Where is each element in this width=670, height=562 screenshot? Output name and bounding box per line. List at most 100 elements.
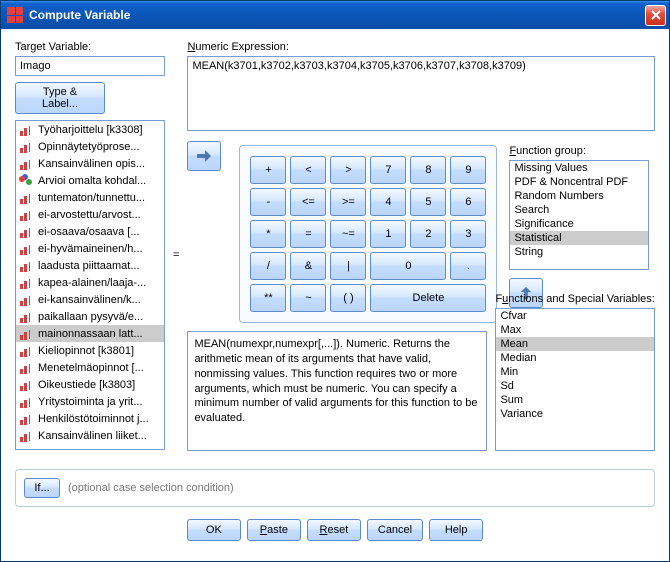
key-div[interactable]: / [250, 252, 286, 280]
key-mul[interactable]: * [250, 220, 286, 248]
list-item[interactable]: Cfvar [496, 309, 654, 323]
list-item-label: kapea-alainen/laaja-... [38, 277, 146, 289]
key-0[interactable]: 0 [370, 252, 446, 280]
target-variable-label: Target Variable: [15, 41, 165, 53]
list-item-label: ei-arvostettu/arvost... [38, 209, 141, 221]
scale-icon [19, 242, 34, 255]
key-5[interactable]: 5 [410, 188, 446, 216]
reset-button[interactable]: Reset [307, 519, 361, 541]
key-eq[interactable]: = [290, 220, 326, 248]
scale-icon [19, 191, 34, 204]
nominal-icon [19, 174, 34, 187]
list-item[interactable]: Menetelmäopinnot [... [16, 359, 164, 376]
key-minus[interactable]: - [250, 188, 286, 216]
close-icon [651, 10, 661, 20]
scale-icon [19, 140, 34, 153]
key-9[interactable]: 9 [450, 156, 486, 184]
list-item-label: ei-kansainvälinen/k... [38, 294, 141, 306]
key-7[interactable]: 7 [370, 156, 406, 184]
list-item[interactable]: String [510, 245, 648, 259]
list-item-label: ei-osaava/osaava [... [38, 226, 140, 238]
list-item[interactable]: Statistical [510, 231, 648, 245]
key-gte[interactable]: >= [330, 188, 366, 216]
list-item[interactable]: Työharjoittelu [k3308] [16, 121, 164, 138]
list-item[interactable]: Opinnäytetyöprose... [16, 138, 164, 155]
key-not[interactable]: ~ [290, 284, 326, 312]
list-item[interactable]: Significance [510, 217, 648, 231]
paste-button[interactable]: Paste [247, 519, 301, 541]
key-dot[interactable]: . [450, 252, 486, 280]
target-variable-input[interactable] [15, 56, 165, 76]
list-item-label: ei-hyvämaineinen/h... [38, 243, 143, 255]
list-item-label: Työharjoittelu [k3308] [38, 124, 143, 136]
key-4[interactable]: 4 [370, 188, 406, 216]
list-item[interactable]: tuntematon/tunnettu... [16, 189, 164, 206]
list-item-label: Arvioi omalta kohdal... [38, 175, 146, 187]
list-item-label: Kansainvälinen opis... [38, 158, 145, 170]
scale-icon [19, 157, 34, 170]
list-item[interactable]: laadusta piittaamat... [16, 257, 164, 274]
list-item[interactable]: Sd [496, 379, 654, 393]
key-paren[interactable]: ( ) [330, 284, 366, 312]
list-item[interactable]: ei-kansainvälinen/k... [16, 291, 164, 308]
key-pow[interactable]: ** [250, 284, 286, 312]
scale-icon [19, 327, 34, 340]
list-item[interactable]: Kieliopinnot [k3801] [16, 342, 164, 359]
list-item[interactable]: Search [510, 203, 648, 217]
ok-button[interactable]: OK [187, 519, 241, 541]
key-6[interactable]: 6 [450, 188, 486, 216]
list-item-label: paikallaan pysyvä/e... [38, 311, 143, 323]
list-item[interactable]: Oikeustiede [k3803] [16, 376, 164, 393]
functions-list[interactable]: CfvarMaxMeanMedianMinSdSumVariance [495, 308, 655, 451]
key-plus[interactable]: + [250, 156, 286, 184]
list-item[interactable]: Variance [496, 407, 654, 421]
scale-icon [19, 310, 34, 323]
close-button[interactable] [645, 5, 666, 26]
arrow-right-icon [196, 149, 212, 163]
type-label-button[interactable]: Type & Label... [15, 82, 105, 114]
key-8[interactable]: 8 [410, 156, 446, 184]
list-item-label: Opinnäytetyöprose... [38, 141, 140, 153]
list-item[interactable]: Mean [496, 337, 654, 351]
cancel-button[interactable]: Cancel [367, 519, 423, 541]
list-item[interactable]: ei-hyvämaineinen/h... [16, 240, 164, 257]
scale-icon [19, 293, 34, 306]
list-item[interactable]: Sum [496, 393, 654, 407]
key-or[interactable]: | [330, 252, 366, 280]
list-item[interactable]: Max [496, 323, 654, 337]
move-right-button[interactable] [187, 141, 221, 171]
key-1[interactable]: 1 [370, 220, 406, 248]
list-item[interactable]: PDF & Noncentral PDF [510, 175, 648, 189]
list-item[interactable]: Median [496, 351, 654, 365]
variable-list[interactable]: Työharjoittelu [k3308] Opinnäytetyöprose.… [15, 120, 165, 450]
if-button[interactable]: If... [24, 478, 60, 498]
list-item[interactable]: Yritystoiminta ja yrit... [16, 393, 164, 410]
list-item-label: Yritystoiminta ja yrit... [38, 396, 143, 408]
list-item[interactable]: Kansainvälinen opis... [16, 155, 164, 172]
list-item[interactable]: Arvioi omalta kohdal... [16, 172, 164, 189]
list-item[interactable]: Min [496, 365, 654, 379]
key-2[interactable]: 2 [410, 220, 446, 248]
key-delete[interactable]: Delete [370, 284, 486, 312]
function-group-list[interactable]: Missing ValuesPDF & Noncentral PDFRandom… [509, 160, 649, 270]
list-item[interactable]: Kansainvälinen liiket... [16, 427, 164, 444]
list-item[interactable]: ei-osaava/osaava [... [16, 223, 164, 240]
key-lt[interactable]: < [290, 156, 326, 184]
key-3[interactable]: 3 [450, 220, 486, 248]
list-item[interactable]: Missing Values [510, 161, 648, 175]
scale-icon [19, 429, 34, 442]
key-and[interactable]: & [290, 252, 326, 280]
key-lte[interactable]: <= [290, 188, 326, 216]
list-item[interactable]: Henkilöstötoiminnot j... [16, 410, 164, 427]
key-neq[interactable]: ~= [330, 220, 366, 248]
list-item[interactable]: mainonnassaan latt... [16, 325, 164, 342]
list-item-label: Henkilöstötoiminnot j... [38, 413, 149, 425]
list-item[interactable]: ei-arvostettu/arvost... [16, 206, 164, 223]
key-gt[interactable]: > [330, 156, 366, 184]
scale-icon [19, 412, 34, 425]
help-button[interactable]: Help [429, 519, 483, 541]
list-item[interactable]: Random Numbers [510, 189, 648, 203]
list-item[interactable]: kapea-alainen/laaja-... [16, 274, 164, 291]
numeric-expression-input[interactable] [187, 56, 655, 131]
list-item[interactable]: paikallaan pysyvä/e... [16, 308, 164, 325]
